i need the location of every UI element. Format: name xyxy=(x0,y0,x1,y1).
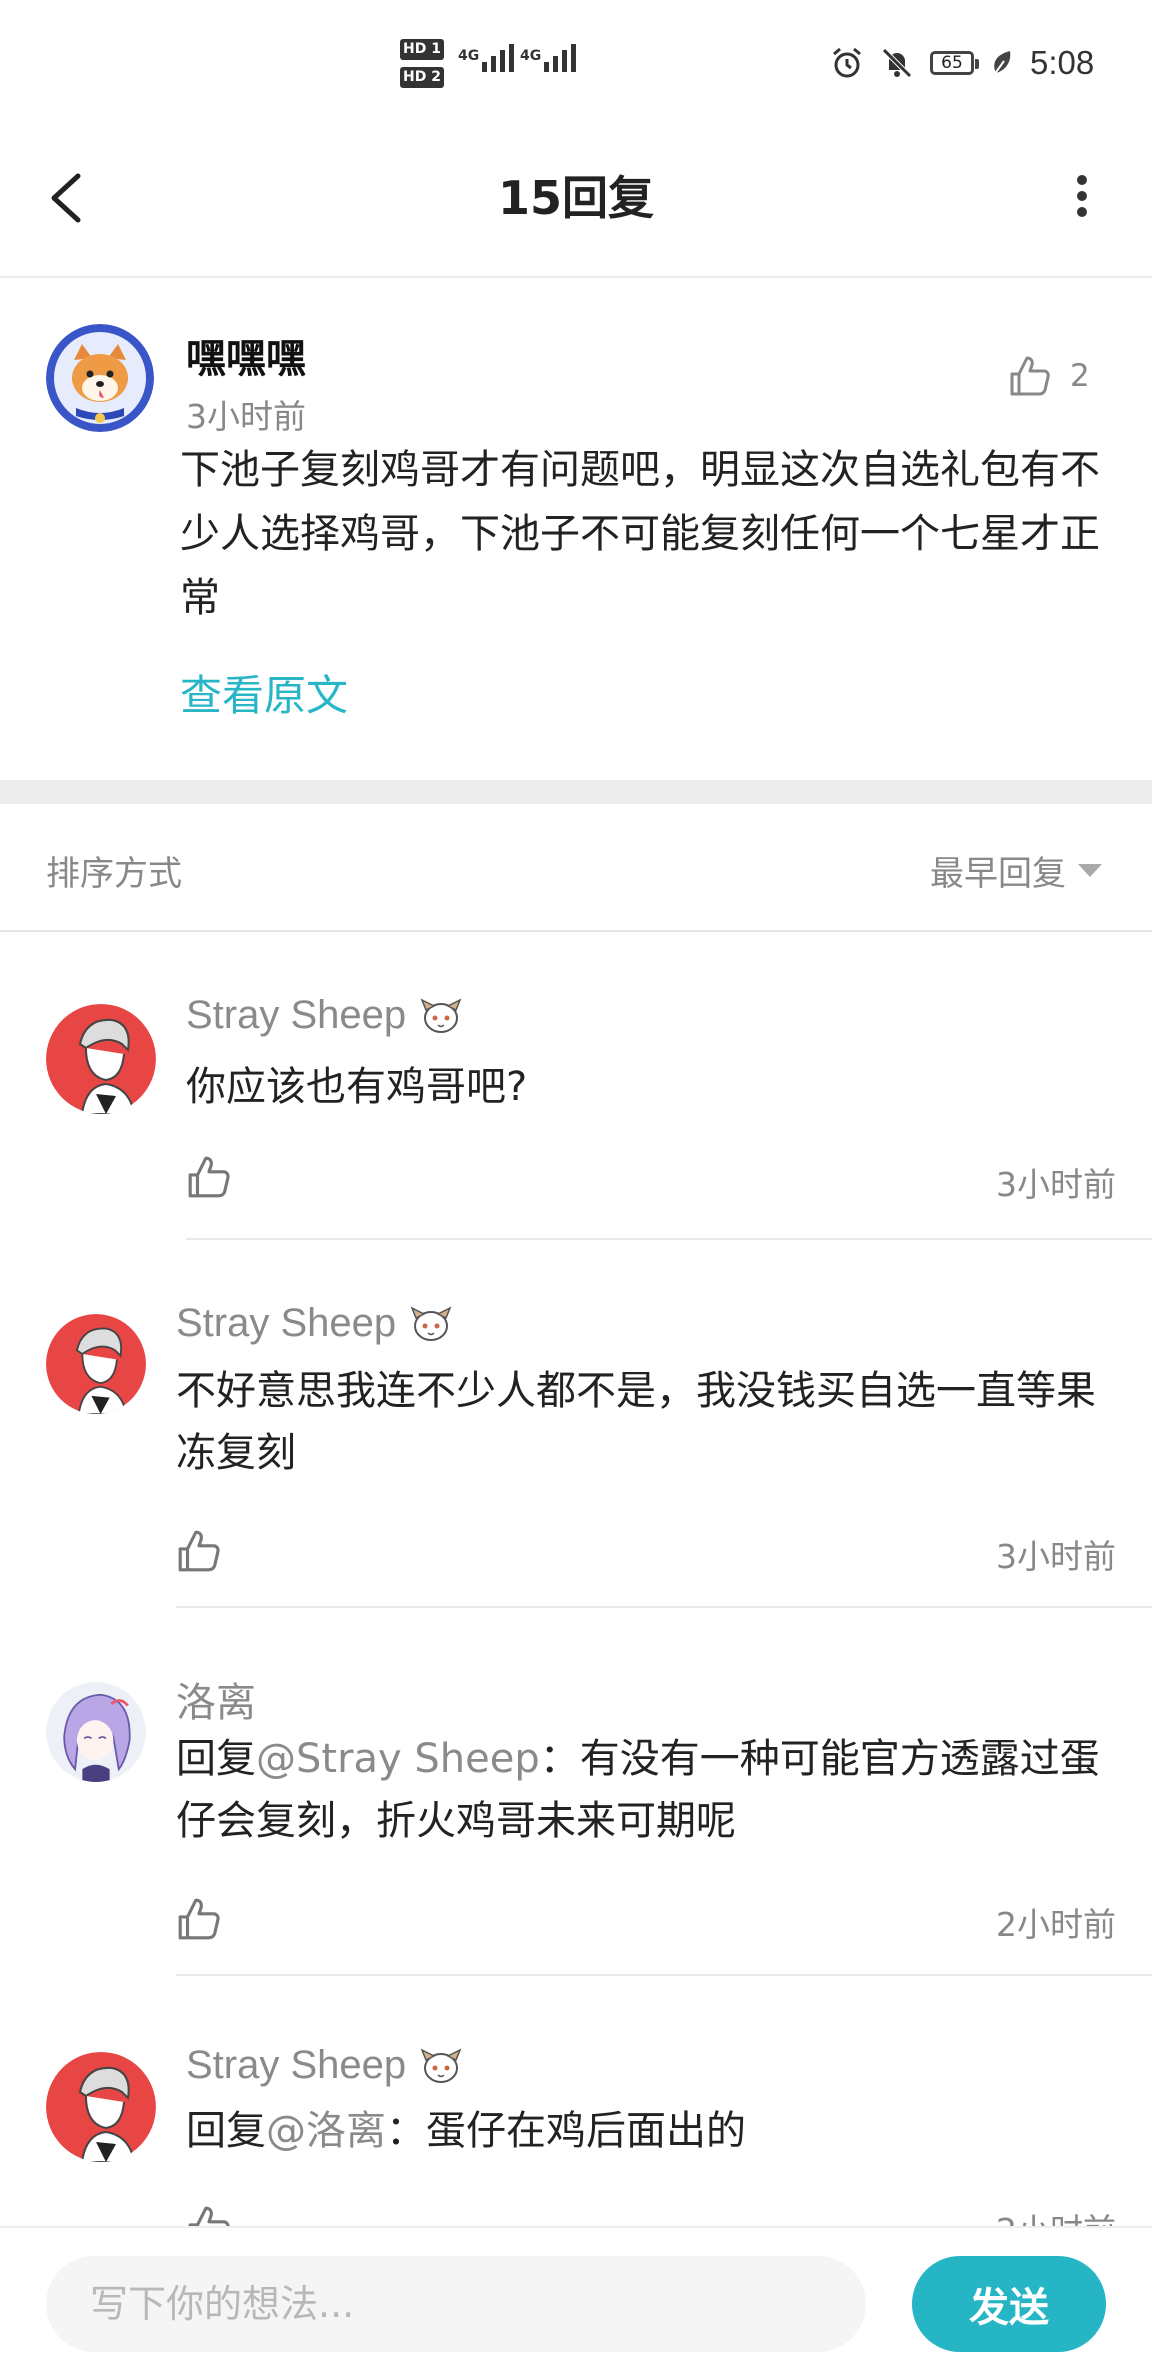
reply-author-name: Stray Sheep xyxy=(186,992,407,1037)
sort-label: 排序方式 xyxy=(46,854,182,894)
reply-timestamp: 3小时前 xyxy=(996,1165,1116,1204)
status-bar: HD 1 HD 2 4G 4G 65 5:08 xyxy=(0,0,1152,130)
reply-author[interactable]: 洛离 xyxy=(176,1670,256,1728)
sketch-avatar-image xyxy=(46,1314,146,1414)
signal-icon-1 xyxy=(482,44,514,72)
reply-item: 洛离 回复@Stray Sheep：有没有一种可能官方透露过蛋仔会复刻，折火鸡哥… xyxy=(0,1610,1152,1978)
mute-icon xyxy=(882,48,912,78)
network-type-2: 4G xyxy=(520,48,542,64)
page-title: 15回复 xyxy=(497,171,654,225)
thumbs-up-icon[interactable] xyxy=(176,1896,222,1942)
thumbs-up-icon xyxy=(1010,356,1050,396)
divider xyxy=(186,1238,1152,1240)
battery-icon: 65 xyxy=(930,51,979,75)
reply-author-name: Stray Sheep xyxy=(176,1300,397,1345)
avatar[interactable] xyxy=(46,2052,156,2162)
avatar[interactable] xyxy=(46,1004,156,1114)
reply-item: Stray Sheep 不好意思我连不少人都不是，我没钱买自选一直等果冻复刻 3… xyxy=(0,1242,1152,1610)
reply-author-name: 洛离 xyxy=(176,1681,256,1725)
reply-item: Stray Sheep 回复@洛离：蛋仔在鸡后面出的 2小时前 xyxy=(0,1978,1152,2226)
reply-content: ：蛋仔在鸡后面出的 xyxy=(386,2108,746,2154)
reply-text: 不好意思我连不少人都不是，我没钱买自选一直等果冻复刻 xyxy=(176,1368,1096,1476)
thumbs-up-icon[interactable] xyxy=(176,1528,222,1574)
sort-value: 最早回复 xyxy=(930,854,1066,894)
reply-prefix: 回复 xyxy=(176,1736,256,1782)
reply-author[interactable]: Stray Sheep xyxy=(186,2042,464,2088)
mascot-badge-icon xyxy=(420,2048,462,2083)
comment-author[interactable]: 嘿嘿嘿 xyxy=(186,326,306,384)
reply-text: 回复@洛离：蛋仔在鸡后面出的 xyxy=(186,2100,1106,2162)
sort-dropdown[interactable]: 最早回复 xyxy=(930,846,1102,895)
reply-timestamp: 3小时前 xyxy=(996,1537,1116,1576)
sort-bar: 排序方式 最早回复 xyxy=(0,804,1152,932)
anime-avatar-image xyxy=(46,1682,146,1782)
comment-composer: 发送 xyxy=(0,2226,1152,2378)
sketch-avatar-image xyxy=(46,1004,156,1114)
sim-indicator: HD 1 HD 2 xyxy=(400,38,446,88)
network-type-1: 4G xyxy=(458,48,480,64)
mascot-badge-icon xyxy=(420,998,462,1033)
section-divider xyxy=(0,780,1152,804)
like-button[interactable]: 2 xyxy=(1008,354,1090,398)
reply-author[interactable]: Stray Sheep xyxy=(186,992,464,1038)
thumbs-up-icon[interactable] xyxy=(186,1154,232,1200)
sim2-label: HD 2 xyxy=(400,67,444,88)
reply-timestamp: 2小时前 xyxy=(996,2204,1116,2226)
sim1-label: HD 1 xyxy=(400,39,444,60)
comment-timestamp: 3小时前 xyxy=(186,397,306,436)
reply-text: 你应该也有鸡哥吧? xyxy=(186,1064,528,1110)
caret-down-icon xyxy=(1078,864,1102,877)
reply-author[interactable]: Stray Sheep xyxy=(176,1300,454,1346)
clock: 5:08 xyxy=(1030,44,1095,81)
more-vertical-icon xyxy=(1077,175,1087,217)
send-button[interactable]: 发送 xyxy=(912,2256,1106,2352)
signal-icon-2 xyxy=(544,44,576,72)
shiba-avatar-image xyxy=(46,324,154,432)
reply-text: 回复@Stray Sheep：有没有一种可能官方透露过蛋仔会复刻，折火鸡哥未来可… xyxy=(176,1728,1106,1852)
avatar[interactable] xyxy=(46,324,154,432)
divider xyxy=(176,1974,1152,1976)
like-count: 2 xyxy=(1070,358,1090,394)
thumbs-up-icon[interactable] xyxy=(186,2204,232,2226)
more-options-button[interactable] xyxy=(1042,160,1122,230)
reply-prefix: 回复 xyxy=(186,2108,266,2154)
reply-author-name: Stray Sheep xyxy=(186,2042,407,2087)
avatar[interactable] xyxy=(46,1682,146,1782)
top-nav-bar: 15回复 xyxy=(0,130,1152,278)
avatar[interactable] xyxy=(46,1314,146,1414)
view-original-link[interactable]: 查看原文 xyxy=(180,662,348,723)
alarm-icon xyxy=(833,47,861,78)
comment-input[interactable] xyxy=(46,2256,866,2352)
original-comment: 嘿嘿嘿 3小时前 2 下池子复刻鸡哥才有问题吧，明显这次自选礼包有不少人选择鸡哥… xyxy=(0,278,1152,780)
reply-timestamp: 2小时前 xyxy=(996,1905,1116,1944)
mention-link[interactable]: @洛离 xyxy=(266,2108,386,2154)
comment-body: 下池子复刻鸡哥才有问题吧，明显这次自选礼包有不少人选择鸡哥，下池子不可能复刻任何… xyxy=(180,447,1100,621)
reply-item: Stray Sheep 你应该也有鸡哥吧? 3小时前 xyxy=(0,932,1152,1242)
leaf-icon xyxy=(993,51,1011,76)
mention-link[interactable]: @Stray Sheep xyxy=(256,1736,540,1782)
sketch-avatar-image xyxy=(46,2052,156,2162)
divider xyxy=(176,1606,1152,1608)
mascot-badge-icon xyxy=(410,1306,452,1341)
